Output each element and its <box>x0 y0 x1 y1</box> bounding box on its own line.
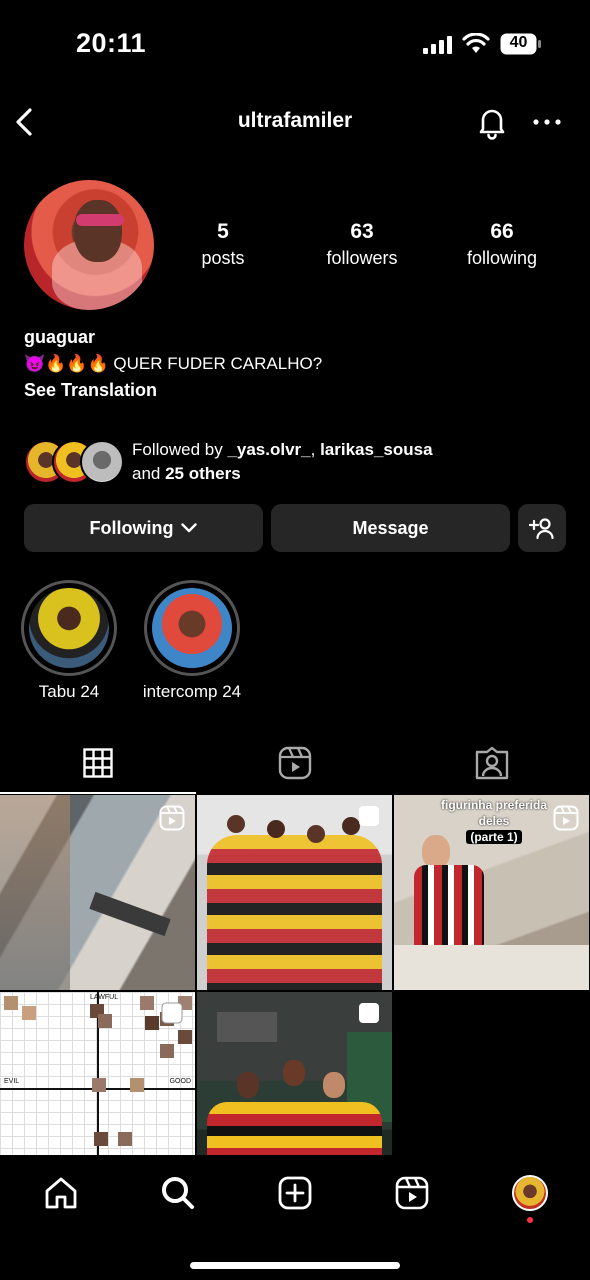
nav-home[interactable] <box>41 1173 81 1213</box>
battery-icon: 40 <box>500 33 542 55</box>
story-highlight[interactable]: intercomp 24 <box>142 580 242 702</box>
highlight-ring <box>144 580 240 676</box>
grid-post[interactable]: figurinha preferida deles (parte 1) <box>394 795 589 990</box>
profile-avatar[interactable] <box>24 180 154 310</box>
highlight-cover-image <box>152 588 232 668</box>
see-translation-link[interactable]: See Translation <box>24 380 564 401</box>
bio-text: QUER FUDER CARALHO? <box>113 354 323 373</box>
message-button-label: Message <box>352 517 429 538</box>
mutual-others[interactable]: 25 others <box>165 464 241 483</box>
following-value: 66 <box>490 220 514 243</box>
search-icon <box>162 1177 194 1209</box>
reels-icon <box>278 746 312 780</box>
mutual-user-1[interactable]: _yas.olvr_ <box>227 440 310 459</box>
tab-tagged[interactable] <box>394 732 590 794</box>
tagged-person-icon <box>475 746 509 780</box>
wifi-icon <box>462 33 490 53</box>
tab-reels[interactable] <box>197 732 393 794</box>
grid-post[interactable] <box>197 795 392 990</box>
profile-display-name: guaguar <box>24 327 96 347</box>
following-button[interactable]: Following <box>24 504 263 552</box>
nav-reels[interactable] <box>392 1173 432 1213</box>
profile-bio: guaguar 😈🔥🔥🔥 QUER FUDER CARALHO? See Tra… <box>24 327 564 401</box>
chart-left-label: EVIL <box>4 1078 20 1085</box>
status-bar: 20:11 40 <box>0 0 590 90</box>
create-post-icon <box>278 1176 312 1210</box>
chart-top-label: LAWFUL <box>90 994 119 1001</box>
home-icon <box>45 1177 77 1209</box>
posts-label: posts <box>201 248 245 268</box>
home-indicator[interactable] <box>190 1262 400 1269</box>
highlight-ring <box>21 580 117 676</box>
status-time: 20:11 <box>76 28 147 58</box>
carousel-indicator-icon <box>359 1003 379 1023</box>
followed-by-text: Followed by _yas.olvr_, larikas_sousa an… <box>132 440 433 483</box>
cellular-signal-icon <box>423 36 452 54</box>
highlight-cover-image <box>29 588 109 668</box>
profile-avatar-tab <box>512 1175 548 1211</box>
reel-indicator-icon <box>159 805 185 831</box>
followers-label: followers <box>326 248 398 268</box>
highlight-label: intercomp 24 <box>142 682 242 701</box>
nav-profile[interactable] <box>510 1173 550 1213</box>
nav-create[interactable] <box>275 1173 315 1213</box>
followed-by-section[interactable]: Followed by _yas.olvr_, larikas_sousa an… <box>24 438 564 488</box>
bio-emojis: 😈🔥🔥🔥 <box>24 354 109 373</box>
notification-dot <box>527 1217 533 1223</box>
mutual-follower-avatar <box>80 440 124 484</box>
grid-icon <box>83 748 113 778</box>
highlight-label: Tabu 24 <box>38 682 100 701</box>
profile-header: ultrafamiler <box>0 90 590 154</box>
profile-content-tabs <box>0 732 590 794</box>
notification-bell-icon[interactable] <box>474 104 510 140</box>
following-button-label: Following <box>89 517 174 538</box>
followers-count[interactable]: 63 followers <box>287 220 437 269</box>
grid-post[interactable] <box>0 795 195 990</box>
nav-search[interactable] <box>158 1173 198 1213</box>
following-count[interactable]: 66 following <box>427 220 577 269</box>
message-button[interactable]: Message <box>271 504 510 552</box>
carousel-indicator-icon <box>359 806 379 826</box>
more-options-icon[interactable] <box>530 112 564 132</box>
add-person-icon <box>529 518 554 539</box>
reel-indicator-icon <box>553 805 579 831</box>
posts-value: 5 <box>217 220 229 243</box>
chevron-down-icon <box>181 523 198 533</box>
posts-count[interactable]: 5 posts <box>148 220 298 269</box>
tab-posts-grid[interactable] <box>0 732 196 794</box>
following-label: following <box>466 248 538 268</box>
chart-right-label: GOOD <box>169 1078 191 1085</box>
reels-icon <box>395 1176 429 1210</box>
carousel-indicator-icon <box>161 1002 183 1024</box>
followers-value: 63 <box>350 220 374 243</box>
mutual-user-2[interactable]: larikas_sousa <box>320 440 432 459</box>
story-highlight[interactable]: Tabu 24 <box>19 580 119 702</box>
battery-level: 40 <box>509 34 528 51</box>
bio-text-line: 😈🔥🔥🔥 QUER FUDER CARALHO? <box>24 354 564 374</box>
suggested-users-button[interactable] <box>518 504 566 552</box>
